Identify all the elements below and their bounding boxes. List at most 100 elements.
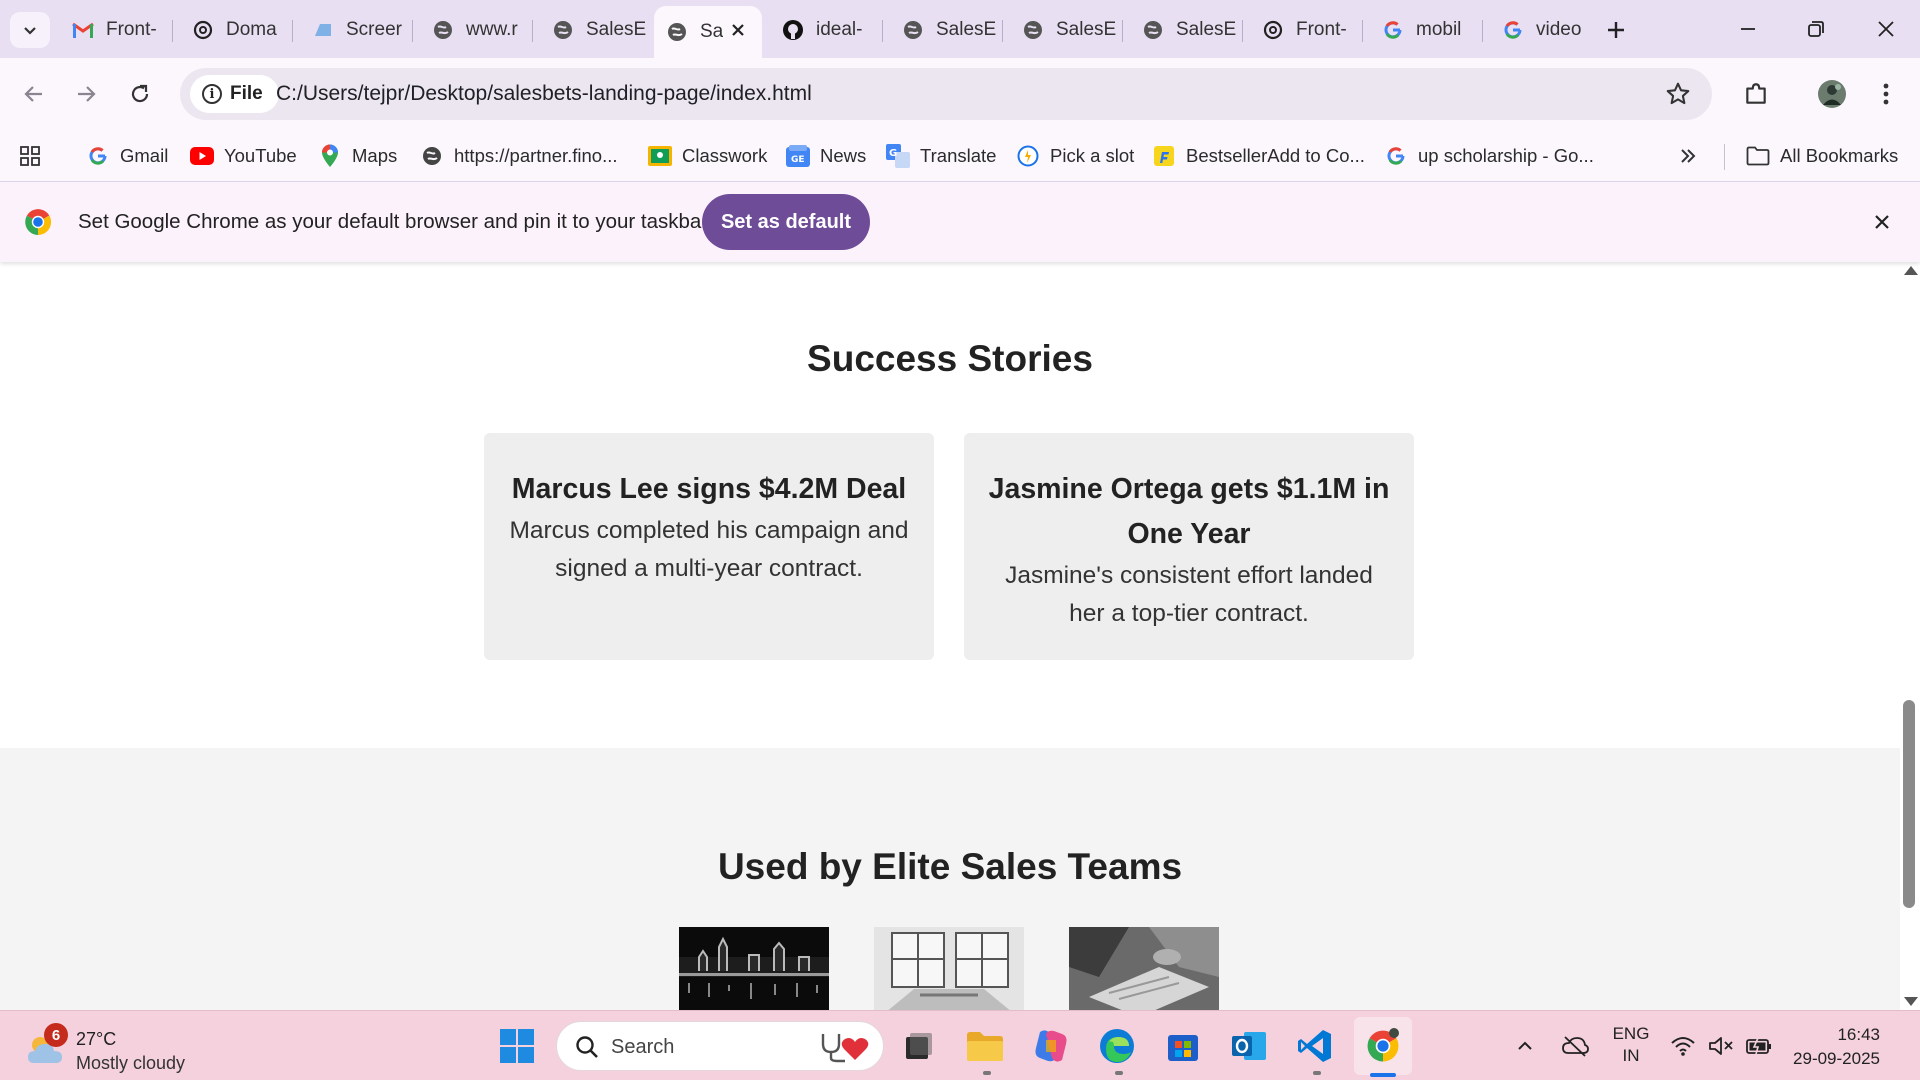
vscode-button[interactable] (1292, 1023, 1338, 1069)
tab-separator (1122, 20, 1123, 42)
bookmark-item[interactable]: G Translate (886, 140, 996, 172)
scrollbar-thumb[interactable] (1903, 700, 1915, 908)
taskbar-search[interactable]: Search (556, 1021, 884, 1071)
bookmark-item[interactable]: Gmail (86, 140, 168, 172)
tab[interactable]: video (1488, 10, 1594, 50)
outlook-button[interactable] (1226, 1023, 1272, 1069)
onedrive-button[interactable] (1552, 1023, 1598, 1069)
close-infobar-button[interactable] (1866, 206, 1898, 238)
reload-icon (131, 84, 149, 103)
restore-button[interactable] (1782, 0, 1850, 58)
tab[interactable]: SalesE (538, 10, 648, 50)
start-button[interactable] (494, 1023, 540, 1069)
tab[interactable]: SalesE (1128, 10, 1238, 50)
show-hidden-icons-button[interactable] (1502, 1023, 1548, 1069)
bookmark-item[interactable]: YouTube (190, 140, 297, 172)
tab-search-button[interactable] (10, 12, 50, 48)
google-icon (86, 144, 110, 168)
tab-strip: Front- Doma Screer www.r SalesE Sa ideal… (0, 0, 1920, 58)
avatar-icon (1818, 80, 1846, 108)
taskbar-clock[interactable]: 16:43 29-09-2025 (1793, 1023, 1880, 1071)
url-text[interactable]: C:/Users/tejpr/Desktop/salesbets-landing… (276, 82, 812, 106)
minimize-button[interactable] (1714, 0, 1782, 58)
apps-button[interactable] (18, 140, 52, 172)
volume-status[interactable] (1704, 1023, 1738, 1069)
more-bookmarks-button[interactable] (1676, 140, 1710, 172)
info-icon: i (202, 84, 222, 104)
bookmarks-divider (1724, 144, 1725, 170)
weather-badge: 6 (44, 1023, 68, 1047)
wifi-status[interactable] (1666, 1023, 1700, 1069)
tab-title: www.r (466, 19, 518, 40)
forward-button[interactable] (66, 74, 106, 114)
tab[interactable]: ideal- (768, 10, 878, 50)
copilot-button[interactable] (1028, 1023, 1074, 1069)
reload-button[interactable] (120, 74, 160, 114)
close-window-button[interactable] (1852, 0, 1920, 58)
bookmark-star-button[interactable] (1664, 80, 1692, 108)
weather-temp: 27°C (76, 1029, 117, 1049)
chrome-taskbar-button[interactable] (1360, 1023, 1406, 1069)
page-scrollbar[interactable] (1900, 262, 1920, 1010)
bookmark-item[interactable]: Pick a slot (1016, 140, 1134, 172)
bookmark-label: Pick a slot (1050, 145, 1135, 166)
team-photo-meeting (1069, 927, 1219, 1010)
tab-separator (172, 20, 173, 42)
bookmark-item[interactable]: https://partner.fino... (420, 140, 618, 172)
bookmark-item[interactable]: BestsellerAdd to Co... (1152, 140, 1365, 172)
bookmark-item[interactable]: GE News (786, 140, 866, 172)
tab[interactable]: SalesE (888, 10, 998, 50)
tab[interactable]: SalesE (1008, 10, 1118, 50)
close-tab-icon[interactable] (726, 18, 750, 42)
tab[interactable]: Front- (1248, 10, 1358, 50)
chrome-menu-button[interactable] (1866, 74, 1906, 114)
tab-title: Screer (346, 19, 402, 40)
team-photo-city (679, 927, 829, 1010)
tab[interactable]: Screer (298, 10, 408, 50)
gmail-icon (72, 19, 94, 41)
bookmark-item[interactable]: Maps (318, 140, 397, 172)
task-view-button[interactable] (896, 1023, 942, 1069)
extensions-button[interactable] (1736, 74, 1776, 114)
flipkart-icon (1152, 144, 1176, 168)
weather-widget[interactable]: 6 27°C Mostly cloudy (22, 1019, 212, 1073)
back-button[interactable] (14, 74, 54, 114)
clock-time: 16:43 (1837, 1025, 1880, 1044)
new-tab-button[interactable] (1598, 12, 1634, 48)
tab-title: Front- (106, 19, 157, 40)
scroll-up-arrow-icon[interactable] (1904, 266, 1918, 275)
story-body: Marcus completed his campaign and signed… (509, 517, 909, 582)
tab[interactable]: Doma (178, 10, 288, 50)
arrow-right-icon (78, 86, 96, 102)
tab-title: ideal- (816, 19, 863, 40)
set-as-default-button[interactable]: Set as default (702, 194, 870, 250)
tab-separator (292, 20, 293, 42)
bookmark-label: Translate (920, 145, 997, 166)
all-bookmarks-button[interactable]: All Bookmarks (1746, 140, 1898, 172)
language-indicator[interactable]: ENG IN (1608, 1023, 1654, 1067)
tab[interactable]: Front- (58, 10, 168, 50)
globe-icon (666, 21, 688, 43)
openai-icon (1262, 19, 1284, 41)
tab-active[interactable]: Sa (654, 6, 762, 58)
profile-avatar[interactable] (1812, 74, 1852, 114)
file-explorer-button[interactable] (962, 1023, 1008, 1069)
tab[interactable]: www.r (418, 10, 528, 50)
tab-separator (1482, 20, 1483, 42)
address-bar[interactable]: i File C:/Users/tejpr/Desktop/salesbets-… (180, 68, 1712, 120)
tab[interactable]: mobil (1368, 10, 1478, 50)
bookmark-item[interactable]: Classwork (648, 140, 767, 172)
volume-muted-icon (1709, 1037, 1733, 1055)
bookmark-label: News (820, 145, 867, 166)
tab-separator (1242, 20, 1243, 42)
close-icon (1878, 21, 1894, 37)
folder-icon (1746, 144, 1770, 168)
battery-status[interactable] (1742, 1023, 1776, 1069)
edge-button[interactable] (1094, 1023, 1140, 1069)
site-info-chip[interactable]: i File (190, 75, 279, 113)
store-button[interactable] (1160, 1023, 1206, 1069)
globe-icon (420, 144, 444, 168)
search-label: Search (611, 1036, 675, 1058)
scroll-down-arrow-icon[interactable] (1904, 997, 1918, 1006)
bookmark-item[interactable]: up scholarship - Go... (1384, 140, 1594, 172)
